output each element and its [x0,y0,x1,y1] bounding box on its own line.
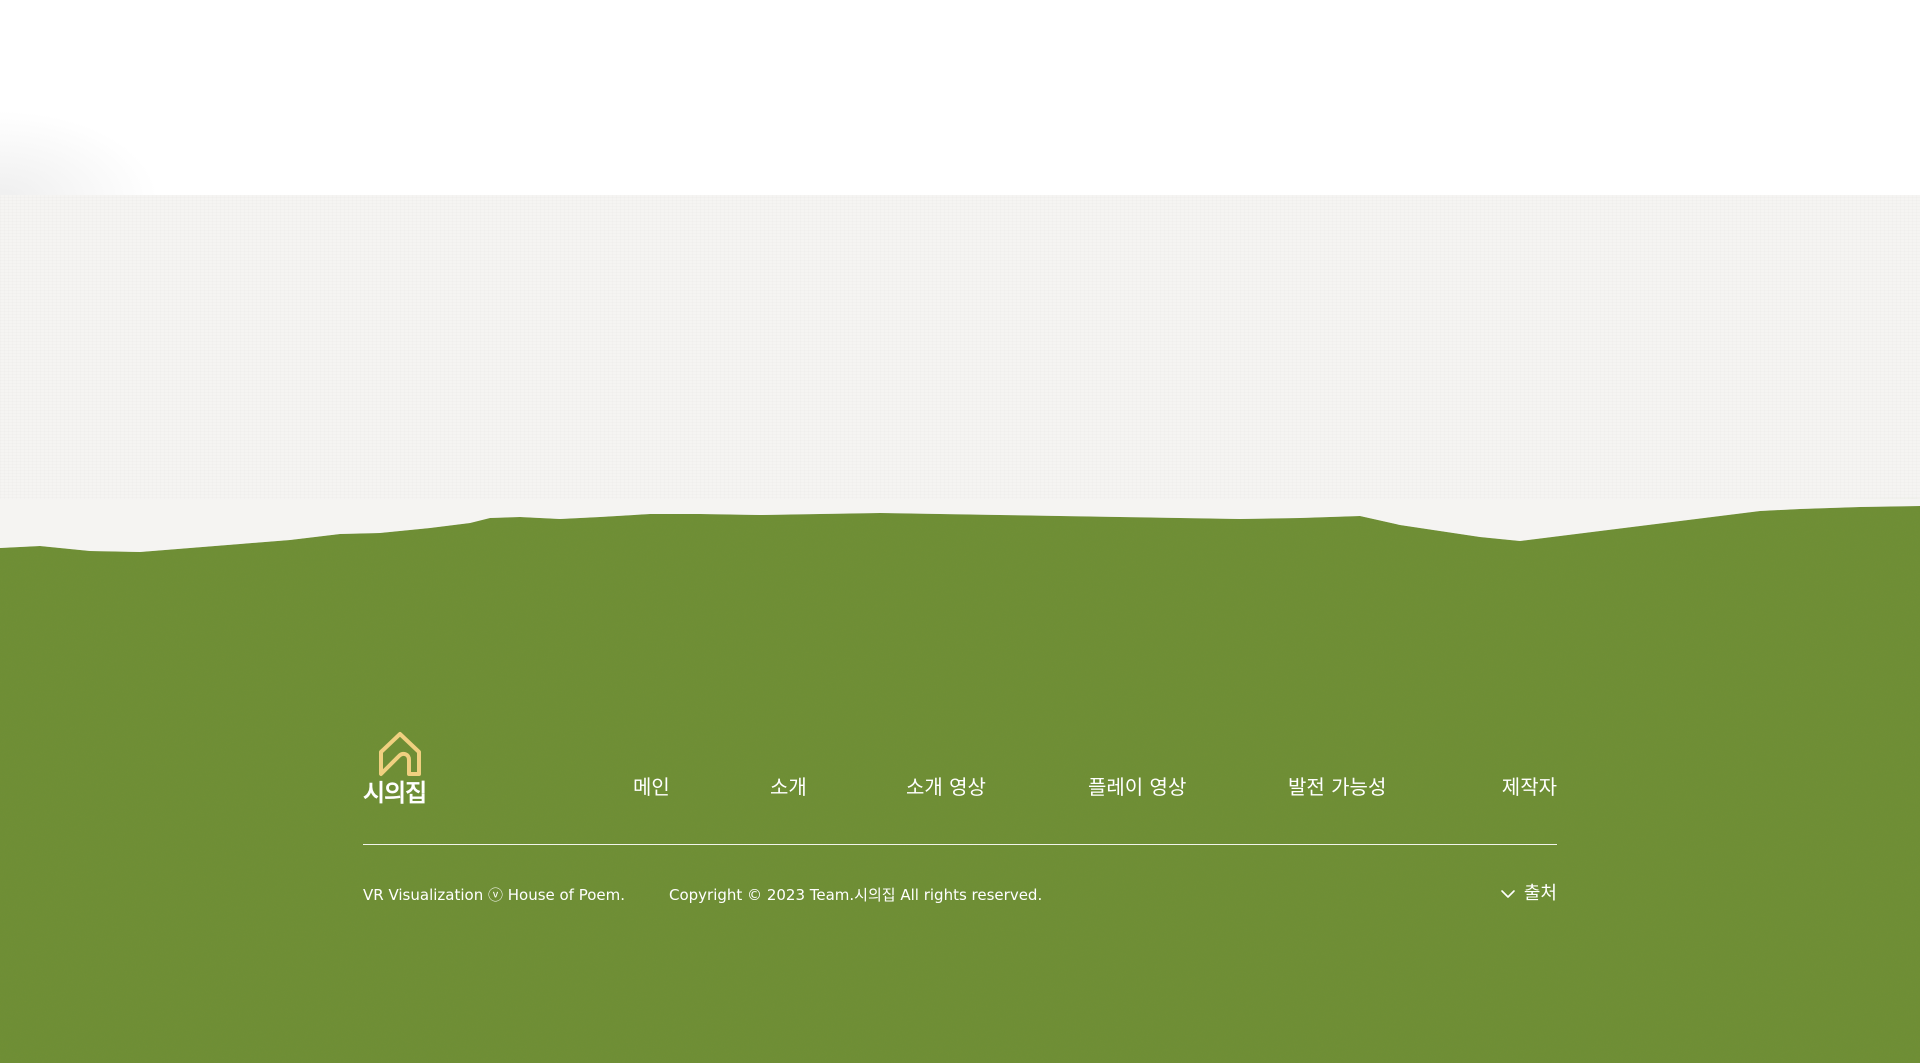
source-label: 출처 [1523,883,1557,904]
nav-item-play-video[interactable]: 플레이 영상 [1088,772,1186,802]
footer-copyright: Copyright © 2023 Team.시의집 All rights res… [669,886,1043,904]
footer-tagline: VR Visualization ⓥ House of Poem. [363,886,626,904]
nav-item-creators[interactable]: 제작자 [1502,772,1557,802]
logo-text: 시의집 [363,779,427,807]
nav-item-intro-video[interactable]: 소개 영상 [906,772,986,802]
nav-item-potential[interactable]: 발전 가능성 [1288,772,1386,802]
site-logo[interactable]: 시의집 [363,730,437,812]
footer-nav: 메인 소개 소개 영상 플레이 영상 발전 가능성 제작자 [633,772,1557,802]
footer-meta-row: VR Visualization ⓥ House of Poem. Copyri… [363,882,1557,908]
footer-divider [363,844,1557,845]
nav-item-main[interactable]: 메인 [633,772,670,802]
source-toggle-button[interactable]: 출처 [1500,880,1557,908]
nav-item-intro[interactable]: 소개 [770,772,807,802]
chevron-down-icon [1501,890,1515,898]
house-icon [379,732,421,776]
site-footer: 시의집 메인 소개 소개 영상 플레이 영상 발전 가능성 제작자 VR Vis… [363,730,1557,930]
page: 시의집 메인 소개 소개 영상 플레이 영상 발전 가능성 제작자 VR Vis… [0,0,1920,1063]
